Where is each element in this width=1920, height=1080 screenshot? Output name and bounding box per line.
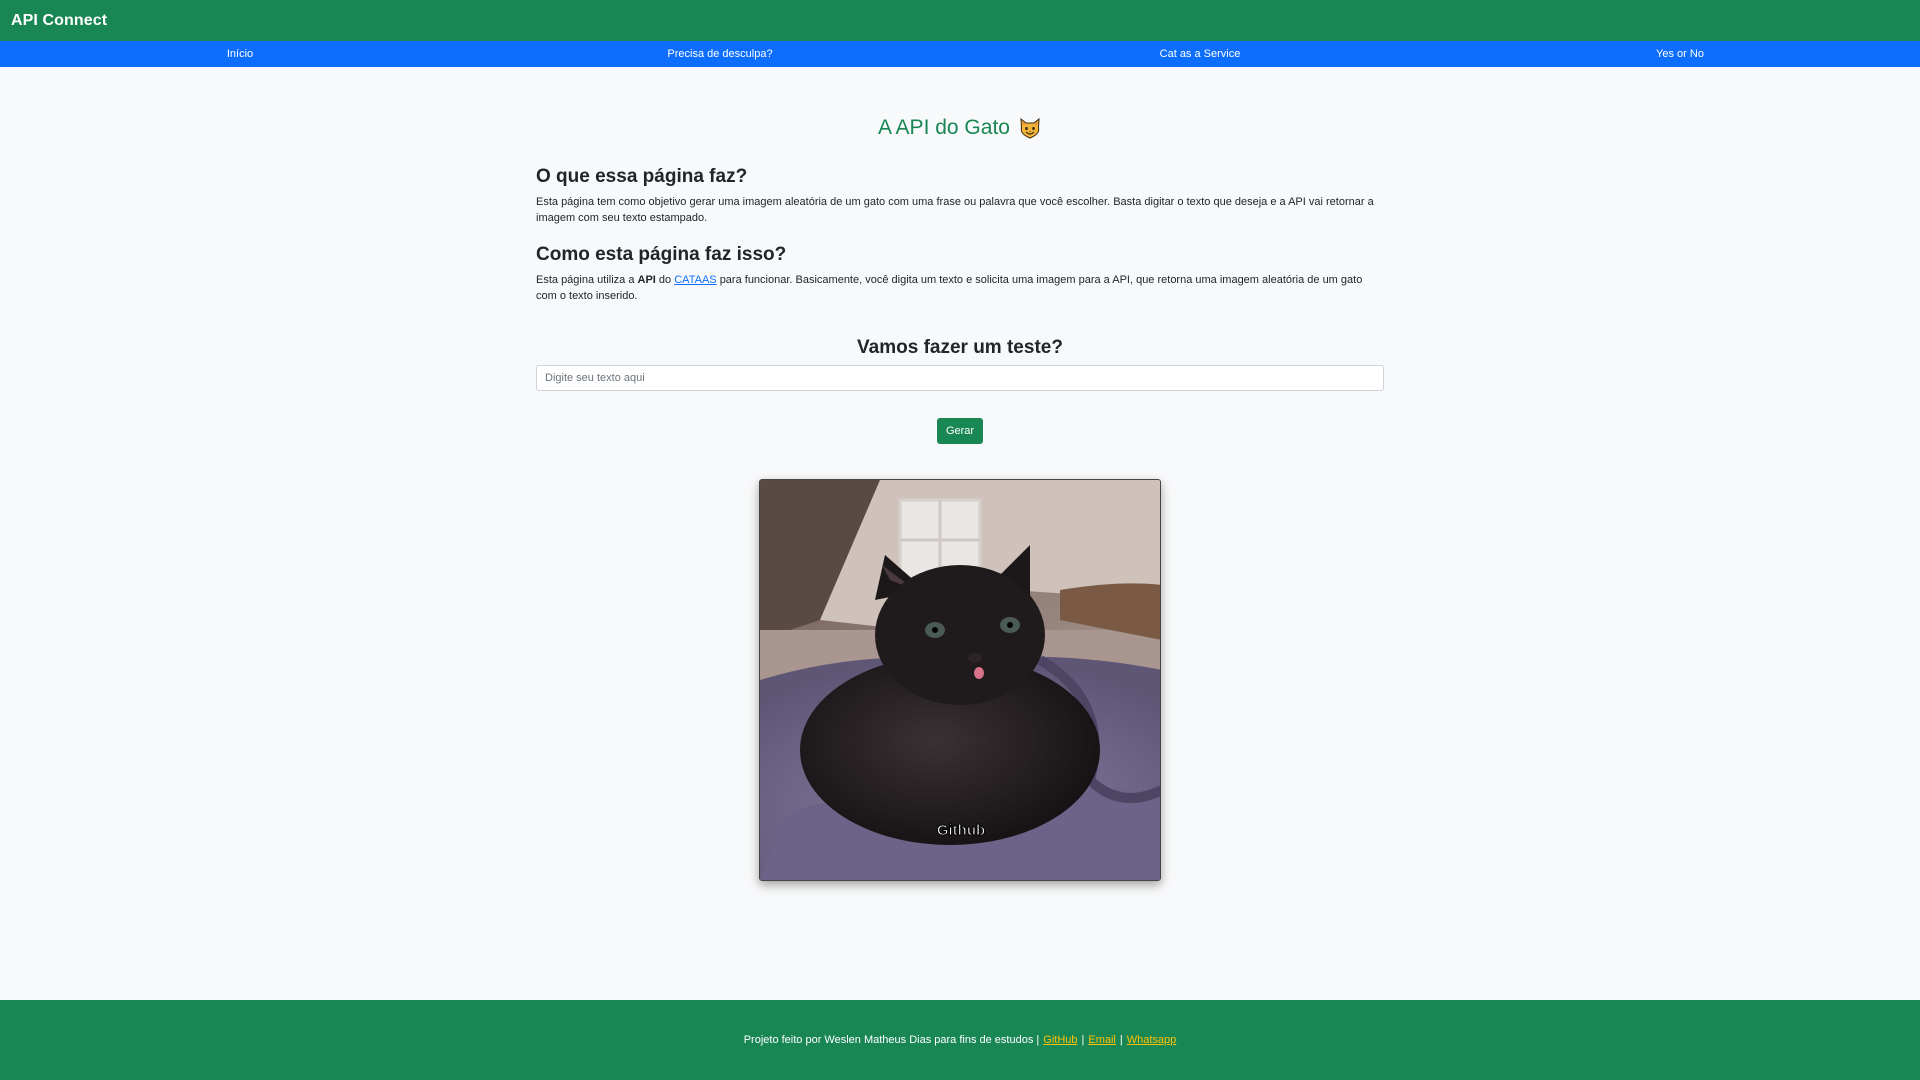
section-how-heading: Como esta página faz isso?: [536, 244, 787, 265]
footer-separator: |: [1081, 1034, 1085, 1046]
how-text-mid: do: [658, 274, 672, 286]
nav-item-yes-no[interactable]: Yes or No: [1440, 48, 1920, 60]
footer-whatsapp-link[interactable]: Whatsapp: [1127, 1034, 1177, 1046]
button-row: Gerar: [536, 418, 1384, 444]
footer-separator: |: [1119, 1034, 1123, 1046]
footer-github-link[interactable]: GitHub: [1043, 1034, 1077, 1046]
smiling-cat-face-icon: [1018, 116, 1042, 140]
nav-item-cat-service[interactable]: Cat as a Service: [960, 48, 1440, 60]
brand-title[interactable]: API Connect: [11, 12, 107, 30]
section-how-text: Esta página utiliza a API do CATAAS para…: [536, 272, 1384, 304]
cataas-link[interactable]: CATAAS: [674, 274, 716, 286]
footer-text: Projeto feito por Weslen Matheus Dias pa…: [743, 1034, 1040, 1046]
cat-image: Github: [759, 479, 1161, 881]
generate-button[interactable]: Gerar: [936, 418, 984, 444]
nav-item-inicio[interactable]: Início: [0, 48, 480, 60]
footer-email-link[interactable]: Email: [1088, 1034, 1116, 1046]
section-what-heading: O que essa página faz?: [536, 166, 748, 187]
section-what-text: Esta página tem como objetivo gerar uma …: [536, 196, 1374, 224]
cat-image-caption: Github: [937, 822, 985, 839]
page-title: A API do Gato: [878, 116, 1010, 139]
nav-item-desculpa[interactable]: Precisa de desculpa?: [480, 48, 960, 60]
nav-bar: Início Precisa de desculpa? Cat as a Ser…: [0, 41, 1920, 67]
page-title-row: A API do Gato: [536, 110, 1384, 146]
test-heading: Vamos fazer um teste?: [857, 337, 1063, 358]
cat-text-input[interactable]: [536, 365, 1384, 391]
main-content: A API do Gato O que essa página faz? Est…: [536, 110, 1384, 444]
how-text-start: Esta página utiliza a: [536, 274, 635, 286]
footer: Projeto feito por Weslen Matheus Dias pa…: [0, 1000, 1920, 1080]
api-bold: API: [637, 274, 656, 286]
top-bar: API Connect: [0, 0, 1920, 41]
